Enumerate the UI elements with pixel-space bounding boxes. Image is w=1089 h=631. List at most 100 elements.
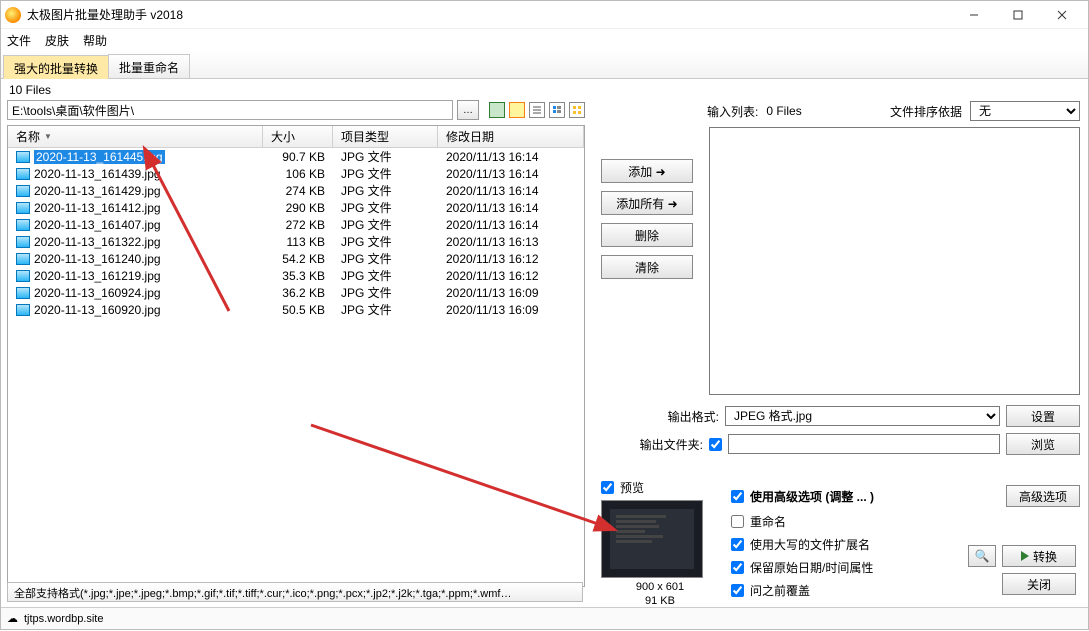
menu-file[interactable]: 文件: [7, 32, 31, 49]
file-name: 2020-11-13_161322.jpg: [34, 235, 161, 249]
convert-button[interactable]: 转换: [1002, 545, 1076, 567]
advanced-options-button[interactable]: 高级选项: [1006, 485, 1080, 507]
refresh-icon[interactable]: [509, 102, 525, 118]
ask-overwrite-label: 问之前覆盖: [750, 582, 810, 599]
output-format-select[interactable]: JPEG 格式.jpg: [725, 406, 1000, 426]
file-size: 90.7 KB: [263, 150, 333, 164]
image-file-icon: [16, 236, 30, 248]
browse-path-button[interactable]: …: [457, 100, 479, 120]
input-list-count: 0 Files: [766, 104, 801, 118]
keep-date-label: 保留原始日期/时间属性: [750, 559, 873, 576]
table-row[interactable]: 2020-11-13_160920.jpg50.5 KBJPG 文件2020/1…: [8, 301, 584, 318]
file-type: JPG 文件: [333, 250, 438, 267]
app-icon: [5, 7, 21, 23]
menu-help[interactable]: 帮助: [83, 32, 107, 49]
preview-label: 预览: [620, 479, 644, 496]
tabs-row: 强大的批量转换 批量重命名: [1, 51, 1088, 79]
table-row[interactable]: 2020-11-13_161407.jpg272 KBJPG 文件2020/11…: [8, 216, 584, 233]
input-list-label: 输入列表:: [707, 103, 758, 120]
file-date: 2020/11/13 16:14: [438, 201, 584, 215]
image-file-icon: [16, 287, 30, 299]
file-type: JPG 文件: [333, 233, 438, 250]
minimize-button[interactable]: [952, 1, 996, 29]
add-all-button[interactable]: 添加所有 ➜: [601, 191, 693, 215]
browse-output-button[interactable]: 浏览: [1006, 433, 1080, 455]
file-size: 35.3 KB: [263, 269, 333, 283]
file-date: 2020/11/13 16:12: [438, 252, 584, 266]
file-date: 2020/11/13 16:09: [438, 303, 584, 317]
file-type: JPG 文件: [333, 284, 438, 301]
file-type: JPG 文件: [333, 165, 438, 182]
table-row[interactable]: 2020-11-13_161429.jpg274 KBJPG 文件2020/11…: [8, 182, 584, 199]
keep-date-checkbox[interactable]: [731, 561, 744, 574]
preview-checkbox[interactable]: [601, 481, 614, 494]
uppercase-ext-checkbox[interactable]: [731, 538, 744, 551]
file-date: 2020/11/13 16:14: [438, 218, 584, 232]
file-date: 2020/11/13 16:09: [438, 286, 584, 300]
file-name: 2020-11-13_161429.jpg: [34, 184, 161, 198]
clear-button[interactable]: 清除: [601, 255, 693, 279]
menu-bar: 文件 皮肤 帮助: [1, 29, 1088, 51]
ask-overwrite-checkbox[interactable]: [731, 584, 744, 597]
image-file-icon: [16, 168, 30, 180]
tab-batch-rename[interactable]: 批量重命名: [108, 54, 190, 78]
file-type: JPG 文件: [333, 267, 438, 284]
table-row[interactable]: 2020-11-13_161445.jpg90.7 KBJPG 文件2020/1…: [8, 148, 584, 165]
use-advanced-label: 使用高级选项 (调整 ... ): [750, 488, 874, 505]
up-folder-icon[interactable]: [489, 102, 505, 118]
close-button[interactable]: [1040, 1, 1084, 29]
cloud-icon: ☁: [7, 612, 18, 625]
sort-label: 文件排序依据: [890, 103, 962, 120]
file-date: 2020/11/13 16:14: [438, 150, 584, 164]
col-header-type[interactable]: 项目类型: [333, 126, 438, 147]
title-bar: 太极图片批量处理助手 v2018: [1, 1, 1088, 29]
col-header-name[interactable]: 名称▼: [8, 126, 263, 147]
menu-skin[interactable]: 皮肤: [45, 32, 69, 49]
table-row[interactable]: 2020-11-13_161240.jpg54.2 KBJPG 文件2020/1…: [8, 250, 584, 267]
table-row[interactable]: 2020-11-13_161322.jpg113 KBJPG 文件2020/11…: [8, 233, 584, 250]
path-input[interactable]: [7, 100, 453, 120]
delete-button[interactable]: 删除: [601, 223, 693, 247]
output-folder-checkbox[interactable]: [709, 438, 722, 451]
table-row[interactable]: 2020-11-13_160924.jpg 36.2 KBJPG 文件2020/1…: [8, 284, 584, 301]
maximize-button[interactable]: [996, 1, 1040, 29]
table-row[interactable]: 2020-11-13_161412.jpg290 KBJPG 文件2020/11…: [8, 199, 584, 216]
tab-batch-convert[interactable]: 强大的批量转换: [3, 55, 109, 79]
file-type: JPG 文件: [333, 182, 438, 199]
output-folder-label: 输出文件夹:: [601, 436, 703, 453]
rename-label: 重命名: [750, 513, 786, 530]
sort-desc-icon: ▼: [44, 132, 52, 141]
use-advanced-checkbox[interactable]: [731, 490, 744, 503]
file-size: 106 KB: [263, 167, 333, 181]
table-row[interactable]: 2020-11-13_161439.jpg106 KBJPG 文件2020/11…: [8, 165, 584, 182]
play-icon: [1021, 551, 1029, 561]
file-name: 2020-11-13_161407.jpg: [34, 218, 161, 232]
sort-select[interactable]: 无: [970, 101, 1080, 121]
file-name: 2020-11-13_160920.jpg: [34, 303, 161, 317]
rename-checkbox[interactable]: [731, 515, 744, 528]
file-size: 290 KB: [263, 201, 333, 215]
image-file-icon: [16, 304, 30, 316]
zoom-preview-button[interactable]: 🔍: [968, 545, 996, 567]
view-details-icon[interactable]: [549, 102, 565, 118]
col-header-date[interactable]: 修改日期: [438, 126, 584, 147]
table-row[interactable]: 2020-11-13_161219.jpg35.3 KBJPG 文件2020/1…: [8, 267, 584, 284]
file-table: 名称▼ 大小 项目类型 修改日期 2020-11-13_161445.jpg90…: [7, 125, 585, 587]
status-url: tjtps.wordbp.site: [24, 613, 103, 625]
file-name: 2020-11-13_160924.jpg: [34, 286, 161, 300]
output-listbox[interactable]: [709, 127, 1080, 395]
add-button[interactable]: 添加 ➜: [601, 159, 693, 183]
view-list-icon[interactable]: [529, 102, 545, 118]
uppercase-ext-label: 使用大写的文件扩展名: [750, 536, 870, 553]
preview-thumbnail[interactable]: [601, 500, 703, 578]
col-header-size[interactable]: 大小: [263, 126, 333, 147]
file-size: 36.2 KB: [263, 286, 333, 300]
file-name: 2020-11-13_161439.jpg: [34, 167, 161, 181]
output-folder-input[interactable]: [728, 434, 1000, 454]
image-file-icon: [16, 219, 30, 231]
close-dialog-button[interactable]: 关闭: [1002, 573, 1076, 595]
file-type: JPG 文件: [333, 148, 438, 165]
settings-button[interactable]: 设置: [1006, 405, 1080, 427]
view-thumbs-icon[interactable]: [569, 102, 585, 118]
file-date: 2020/11/13 16:12: [438, 269, 584, 283]
